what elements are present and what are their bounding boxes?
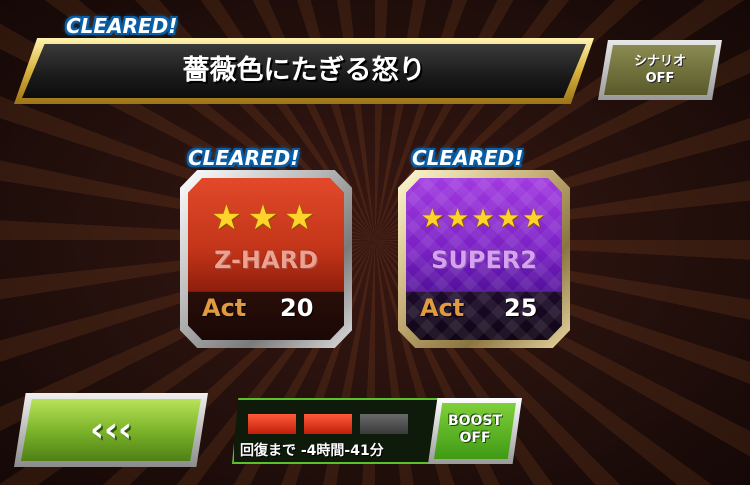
difficulty-name-super2: SUPER2 (431, 246, 537, 274)
act-label-super2: Act (420, 294, 465, 322)
scenario-toggle-label: シナリオ (633, 54, 686, 69)
cleared-badge-zhard: CLEARED! (188, 146, 300, 170)
stamina-segment (248, 414, 296, 434)
stamina-segment (304, 414, 352, 434)
quest-cleared-badge: CLEARED! (66, 14, 178, 38)
boost-state: OFF (459, 430, 491, 446)
difficulty-name-zhard: Z-HARD (213, 246, 318, 274)
cleared-badge-super2: CLEARED! (412, 146, 524, 170)
stamina-segment (360, 414, 408, 434)
boost-label: BOOST (447, 413, 503, 429)
back-chevrons-icon: ‹‹‹ (89, 410, 133, 450)
boost-toggle-button[interactable]: BOOST OFF (434, 403, 516, 459)
act-value-zhard: 20 (280, 294, 314, 322)
quest-title: 薔薇色にたぎる怒り (182, 55, 426, 86)
scenario-toggle-state: OFF (645, 71, 675, 86)
act-value-super2: 25 (504, 294, 538, 322)
act-label-zhard: Act (202, 294, 247, 322)
star-rating-super2: ★★★★★ (420, 204, 548, 234)
recover-time-text: 回復まで -4時間-41分 (240, 443, 384, 459)
back-button[interactable]: ‹‹‹ (21, 399, 201, 461)
star-rating-zhard: ★★★ (211, 198, 321, 238)
scenario-toggle-button[interactable]: シナリオ OFF (604, 45, 716, 95)
